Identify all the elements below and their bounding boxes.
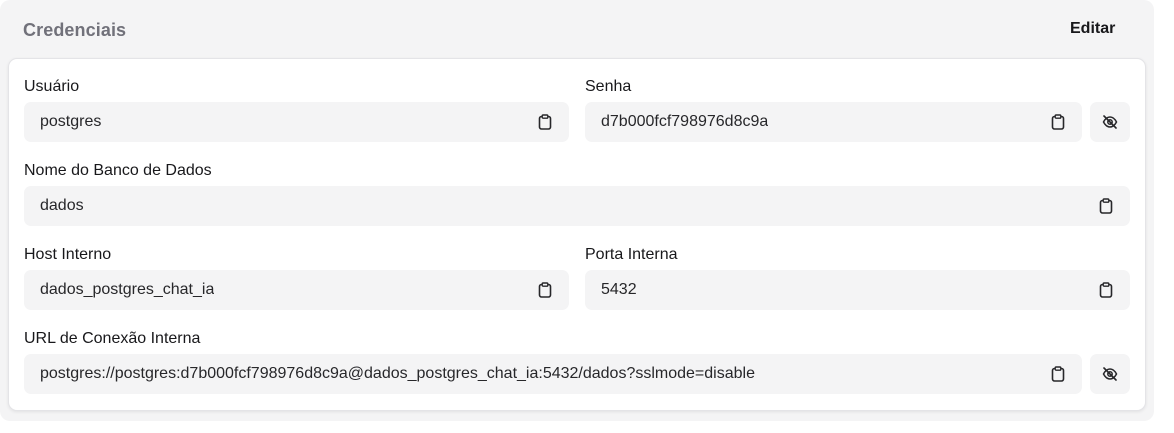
panel-title: Credenciais <box>23 20 127 40</box>
clipboard-icon[interactable] <box>1096 196 1116 216</box>
host-field[interactable]: dados_postgres_chat_ia <box>24 270 569 310</box>
eye-off-icon <box>1102 367 1118 381</box>
credentials-card: Usuário postgres Senha d7b000fcf798976d8… <box>8 58 1146 411</box>
host-label: Host Interno <box>24 246 112 263</box>
connection-url-field[interactable]: postgres://postgres:d7b000fcf798976d8c9a… <box>24 354 1082 394</box>
database-label: Nome do Banco de Dados <box>24 162 212 179</box>
host-value: dados_postgres_chat_ia <box>40 281 215 298</box>
user-field[interactable]: postgres <box>24 102 569 142</box>
clipboard-icon[interactable] <box>1048 364 1068 384</box>
user-label: Usuário <box>24 78 80 95</box>
toggle-url-visibility-button[interactable] <box>1090 354 1130 394</box>
database-field[interactable]: dados <box>24 186 1130 226</box>
clipboard-icon[interactable] <box>1048 112 1068 132</box>
clipboard-icon[interactable] <box>535 280 555 300</box>
clipboard-icon[interactable] <box>535 112 555 132</box>
password-value: d7b000fcf798976d8c9a <box>601 113 769 130</box>
port-label: Porta Interna <box>585 246 678 263</box>
toggle-password-visibility-button[interactable] <box>1090 102 1130 142</box>
clipboard-icon[interactable] <box>1096 280 1116 300</box>
connection-url-label: URL de Conexão Interna <box>24 330 201 347</box>
edit-button[interactable]: Editar <box>1060 15 1125 43</box>
credentials-panel: Credenciais Editar Usuário postgres Senh… <box>0 0 1154 421</box>
password-label: Senha <box>585 78 632 95</box>
eye-off-icon <box>1102 115 1118 129</box>
connection-url-value: postgres://postgres:d7b000fcf798976d8c9a… <box>40 365 755 382</box>
password-field[interactable]: d7b000fcf798976d8c9a <box>585 102 1082 142</box>
database-value: dados <box>40 197 84 214</box>
port-value: 5432 <box>601 281 637 298</box>
port-field[interactable]: 5432 <box>585 270 1130 310</box>
panel-header: Credenciais Editar <box>0 0 1154 58</box>
user-value: postgres <box>40 113 102 130</box>
